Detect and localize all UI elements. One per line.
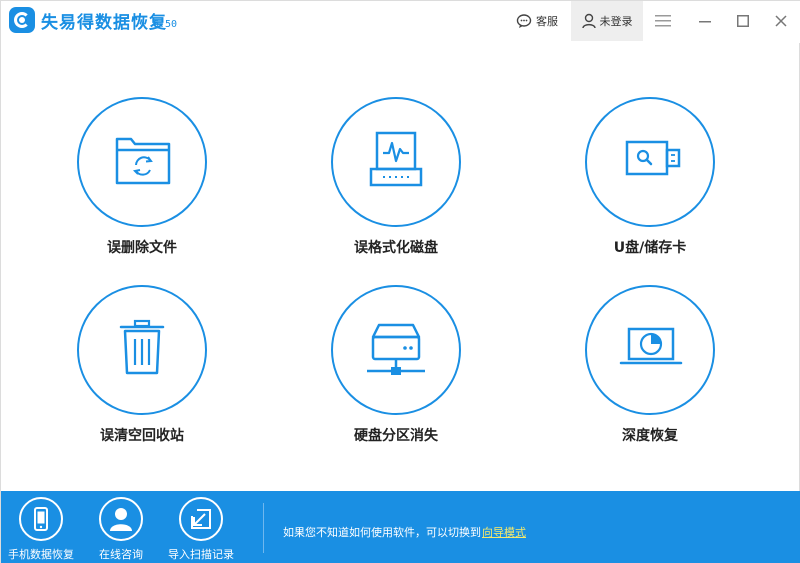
import-icon — [191, 509, 211, 529]
close-button[interactable] — [767, 1, 795, 41]
feature-label: U盘/储存卡 — [613, 240, 687, 256]
feature-formatted-disk[interactable]: 误格式化磁盘 — [301, 97, 491, 257]
title-bar: 失易得数据恢复 6.50 客服 未登录 — [1, 1, 800, 43]
minimize-button[interactable] — [691, 1, 719, 41]
footer-button-circle — [179, 497, 223, 541]
feature-circle — [77, 97, 207, 227]
folder-recycle-icon — [115, 137, 171, 185]
wizard-mode-link[interactable]: 向导模式 — [482, 524, 526, 540]
feature-circle — [585, 285, 715, 415]
feature-label: 误格式化磁盘 — [354, 240, 438, 256]
usb-drive-icon — [625, 140, 681, 176]
footer-button-circle — [19, 497, 63, 541]
footer-button-label: 手机数据恢复 — [8, 548, 74, 561]
footer-button-label: 在线咨询 — [99, 548, 143, 561]
login-button[interactable]: 未登录 — [571, 1, 643, 41]
feature-circle — [77, 285, 207, 415]
hard-disk-network-icon — [367, 323, 425, 375]
footer-button-label: 导入扫描记录 — [168, 548, 234, 561]
disk-pulse-icon — [369, 131, 423, 187]
menu-button[interactable] — [649, 1, 677, 41]
footer-divider — [263, 503, 264, 553]
phone-icon — [34, 507, 48, 531]
feature-usb-card[interactable]: U盘/储存卡 — [555, 97, 745, 257]
user-icon — [581, 13, 596, 29]
customer-service-label: 客服 — [536, 15, 558, 28]
customer-service-button[interactable]: 客服 — [509, 1, 565, 41]
feature-deleted-files[interactable]: 误删除文件 — [47, 97, 237, 257]
recycle-bin-icon — [119, 319, 165, 375]
feature-deep-recovery[interactable]: 深度恢复 — [555, 285, 745, 445]
app-version: 6.50 — [153, 19, 178, 30]
footer-hint-text: 如果您不知道如何使用软件，可以切换到 — [283, 526, 481, 539]
feature-label: 深度恢复 — [622, 428, 678, 444]
minimize-icon — [699, 21, 711, 23]
app-title: 失易得数据恢复 — [41, 13, 167, 33]
online-consult-button[interactable]: 在线咨询 — [81, 497, 161, 562]
laptop-scan-icon — [619, 327, 683, 365]
maximize-button[interactable] — [729, 1, 757, 41]
chat-bubble-icon — [516, 14, 532, 28]
feature-label: 误清空回收站 — [100, 428, 184, 444]
feature-label: 硬盘分区消失 — [354, 428, 438, 444]
footer-bar: 手机数据恢复 在线咨询 导入扫描记录 如果您不知道如何使用软件，可以切换到 向导… — [1, 491, 800, 563]
hamburger-menu-icon — [655, 15, 671, 27]
app-window: 失易得数据恢复 6.50 客服 未登录 误删除文件 误格式化磁盘 U盘/储存卡 … — [0, 0, 800, 563]
maximize-icon — [737, 15, 749, 27]
import-scan-record-button[interactable]: 导入扫描记录 — [161, 497, 241, 562]
feature-lost-partition[interactable]: 硬盘分区消失 — [301, 285, 491, 445]
feature-label: 误删除文件 — [107, 240, 177, 256]
login-label: 未登录 — [599, 15, 633, 28]
feature-recycle-bin[interactable]: 误清空回收站 — [47, 285, 237, 445]
feature-circle — [585, 97, 715, 227]
phone-recovery-button[interactable]: 手机数据恢复 — [1, 497, 81, 562]
app-logo-icon — [9, 7, 35, 33]
person-icon — [110, 508, 132, 531]
footer-button-circle — [99, 497, 143, 541]
close-icon — [775, 15, 787, 27]
feature-circle — [331, 285, 461, 415]
feature-circle — [331, 97, 461, 227]
